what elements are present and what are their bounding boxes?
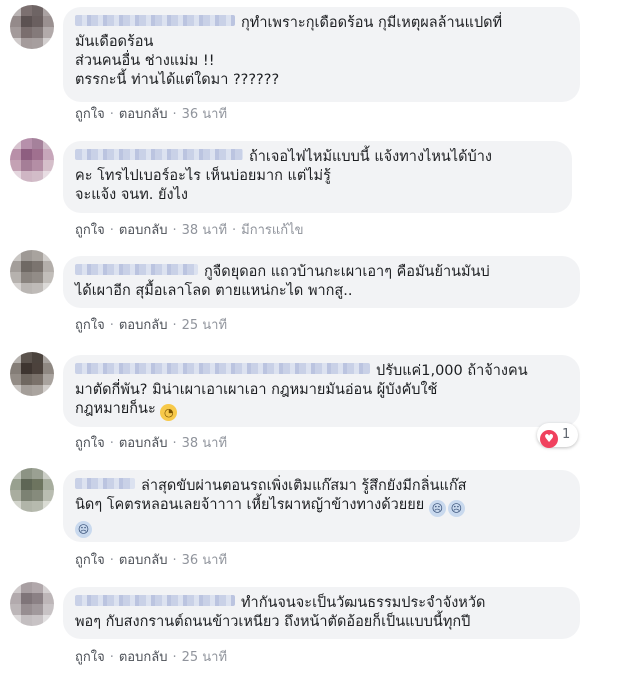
comment-text-line-1: กุทำเพราะกุเดือดร้อน กุมีเหตุผลล้านแปดที… — [241, 15, 503, 31]
comment-timestamp[interactable]: 36 นาที — [182, 553, 227, 568]
comment-actions: ถูกใจ · ตอบกลับ · 38 นาที — [75, 436, 227, 452]
heart-reaction-icon: ♥ — [540, 430, 558, 448]
comment-timestamp[interactable]: 25 นาที — [182, 650, 227, 665]
separator-dot: · — [109, 107, 114, 122]
comment-text-line-2: พอๆ กับสงกรานต์ถนนข้าวเหนียว ถึงหน้าตัดอ… — [75, 614, 471, 630]
like-link[interactable]: ถูกใจ — [75, 553, 105, 568]
comment-actions: ถูกใจ · ตอบกลับ · 25 นาที — [75, 650, 227, 666]
comment-timestamp[interactable]: 38 นาที — [182, 436, 227, 451]
comment-text-line-1: ทำกันจนจะเป็นวัฒนธรรมประจำจังหวัด — [241, 595, 486, 611]
separator-dot: · — [172, 553, 177, 568]
comment-bubble: ปรับแค่1,000 ถ้าจ้างคน มาตัดกี่พัน? มิน่… — [63, 355, 580, 427]
comment-text-line-2: ได้เผาอีก สุมื้อเลาโลด ตายแหน่กะได พากสู… — [75, 283, 353, 299]
commenter-name[interactable] — [75, 149, 243, 160]
separator-dot: · — [232, 223, 237, 238]
separator-dot: · — [109, 553, 114, 568]
scream-emoji-icon: ☹ — [428, 500, 446, 517]
scream-emoji-icon: ☹ — [447, 500, 465, 517]
comment-text-line-3: จะแจ้ง จนท. ยังไง — [75, 187, 188, 203]
comment-bubble: กุทำเพราะกุเดือดร้อน กุมีเหตุผลล้านแปดที… — [63, 7, 580, 102]
commenter-name[interactable] — [75, 478, 135, 489]
comment-timestamp[interactable]: 25 นาที — [182, 318, 227, 333]
avatar[interactable] — [10, 138, 54, 182]
comment-text-line-1: ปรับแค่1,000 ถ้าจ้างคน — [376, 363, 528, 379]
separator-dot: · — [109, 223, 114, 238]
like-link[interactable]: ถูกใจ — [75, 650, 105, 665]
separator-dot: · — [172, 318, 177, 333]
comment-actions: ถูกใจ · ตอบกลับ · 36 นาที — [75, 107, 227, 123]
comment-text-line-3: ส่วนคนอื่น ช่างแม่ม !! — [75, 53, 215, 69]
separator-dot: · — [109, 650, 114, 665]
comment-text-line-1: ถ้าเจอไฟไหม้แบบนี้ แจ้งทางไหนได้บ้าง — [249, 149, 492, 165]
commenter-name[interactable] — [75, 363, 370, 374]
comment-text-line-1: ล่าสุดขับผ่านตอนรถเพิ่งเติมแก๊สมา รู้สึก… — [141, 478, 467, 494]
reply-link[interactable]: ตอบกลับ — [119, 436, 168, 451]
reply-link[interactable]: ตอบกลับ — [119, 318, 168, 333]
comment-text-line-2-wrap: นิดๆ โคตรหลอนเลยจ้าาาา เหี้ยไรผาหญ้าข้าง… — [75, 496, 568, 517]
comment-bubble: กูจืดยุดอก แถวบ้านกะเผาเอาๆ คือมันย้านมั… — [63, 256, 580, 308]
reaction-count-badge[interactable]: ♥ 1 — [537, 423, 579, 448]
comment-bubble: ล่าสุดขับผ่านตอนรถเพิ่งเติมแก๊สมา รู้สึก… — [63, 470, 580, 542]
separator-dot: · — [172, 650, 177, 665]
comment-text-line-2: คะ โทรไปเบอร์อะไร เห็นบ่อยมาก แต่ไม่รู้ — [75, 168, 331, 184]
separator-dot: · — [172, 436, 177, 451]
reply-link[interactable]: ตอบกลับ — [119, 107, 168, 122]
reply-link[interactable]: ตอบกลับ — [119, 553, 168, 568]
separator-dot: · — [172, 107, 177, 122]
reaction-count: 1 — [562, 427, 571, 442]
comment-text-line-3-wrap: กฎหมายก็นะ ◔ — [75, 400, 568, 421]
commenter-name[interactable] — [75, 15, 235, 26]
reply-link[interactable]: ตอบกลับ — [119, 223, 168, 238]
avatar[interactable] — [10, 352, 54, 396]
comment-timestamp[interactable]: 36 นาที — [182, 107, 227, 122]
reply-link[interactable]: ตอบกลับ — [119, 650, 168, 665]
comment-text-line-2: มาตัดกี่พัน? มิน่าเผาเอาเผาเอา กฎหมายมัน… — [75, 382, 438, 398]
avatar[interactable] — [10, 5, 54, 49]
comment-bubble: ทำกันจนจะเป็นวัฒนธรรมประจำจังหวัด พอๆ กั… — [63, 587, 580, 639]
comment-timestamp[interactable]: 38 นาที — [182, 223, 227, 238]
commenter-name[interactable] — [75, 264, 198, 275]
scream-emoji-icon: ☹ — [75, 521, 92, 538]
like-link[interactable]: ถูกใจ — [75, 107, 105, 122]
comment-actions: ถูกใจ · ตอบกลับ · 36 นาที — [75, 553, 227, 569]
comment-bubble: ถ้าเจอไฟไหม้แบบนี้ แจ้งทางไหนได้บ้าง คะ … — [63, 141, 572, 213]
avatar[interactable] — [10, 582, 54, 626]
comment-text-line-4: ตรรกะนี้ ท่านได้แต่ใดมา ?????? — [75, 72, 280, 88]
comment-text-line-2: มันเดือดร้อน — [75, 34, 154, 50]
comment-actions: ถูกใจ · ตอบกลับ · 38 นาที · มีการแก้ไข — [75, 223, 304, 239]
separator-dot: · — [109, 436, 114, 451]
avatar[interactable] — [10, 468, 54, 512]
like-link[interactable]: ถูกใจ — [75, 436, 105, 451]
edited-label[interactable]: มีการแก้ไข — [241, 223, 303, 238]
commenter-name[interactable] — [75, 595, 235, 606]
comment-text-line-1: กูจืดยุดอก แถวบ้านกะเผาเอาๆ คือมันย้านมั… — [204, 264, 490, 280]
like-link[interactable]: ถูกใจ — [75, 223, 105, 238]
comment-text-line-3-wrap: ☹ — [75, 517, 568, 538]
comment-actions: ถูกใจ · ตอบกลับ · 25 นาที — [75, 318, 227, 334]
comment-text-line-2: นิดๆ โคตรหลอนเลยจ้าาาา เหี้ยไรผาหญ้าข้าง… — [75, 497, 425, 513]
separator-dot: · — [172, 223, 177, 238]
eye-roll-emoji-icon: ◔ — [160, 404, 178, 421]
like-link[interactable]: ถูกใจ — [75, 318, 105, 333]
avatar[interactable] — [10, 250, 54, 294]
comment-text-line-3: กฎหมายก็นะ — [75, 401, 156, 417]
separator-dot: · — [109, 318, 114, 333]
